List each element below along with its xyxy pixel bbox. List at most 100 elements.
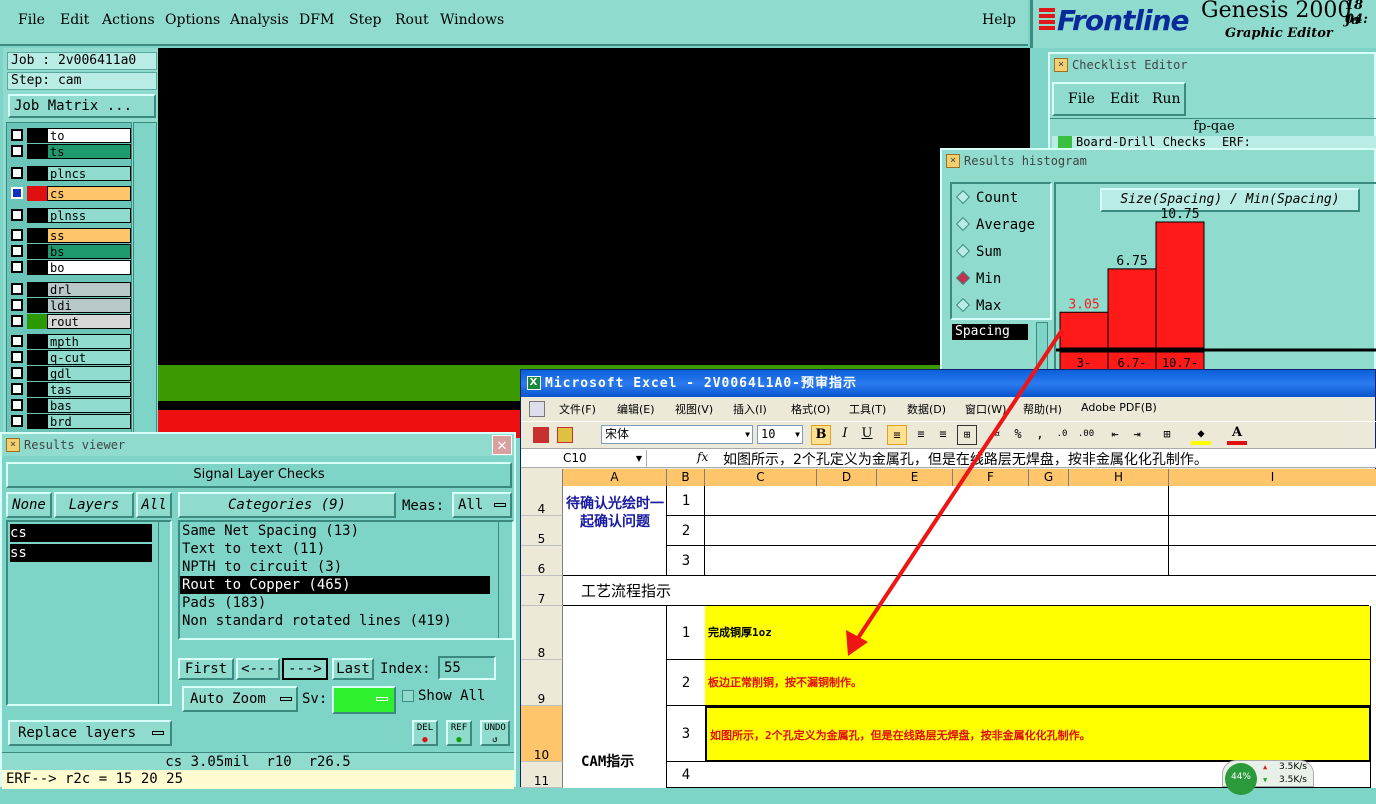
spacing-selection[interactable]: Spacing — [952, 324, 1028, 340]
histogram-option-count[interactable]: Count — [955, 189, 1018, 206]
formula-input[interactable]: 如图所示，2个孔定义为金属孔，但是在线路层无焊盘，按非金属化化孔制作。 — [723, 449, 1208, 469]
font-name-select[interactable]: 宋体 ▼ — [601, 425, 753, 444]
layer-checkbox[interactable] — [11, 335, 23, 347]
menu-dfm[interactable]: DFM — [299, 12, 334, 28]
previous-button[interactable]: <--- — [236, 658, 280, 680]
layer-row-rout[interactable]: rout — [11, 314, 131, 329]
row-header[interactable]: 5 — [521, 516, 563, 546]
layers-button[interactable]: Layers — [54, 492, 134, 518]
list-item[interactable]: ss — [10, 544, 152, 562]
layer-row-ts[interactable]: ts — [11, 144, 131, 159]
excel-menu-item[interactable]: 数据(D) — [907, 401, 946, 417]
cell-i[interactable] — [1169, 546, 1376, 576]
layer-list-scrollbar[interactable] — [158, 522, 170, 704]
row-header[interactable]: 4 — [521, 486, 563, 516]
undo-button[interactable]: UNDO ↺ — [480, 720, 510, 746]
all-button[interactable]: All — [136, 492, 172, 518]
cell-number[interactable]: 1 — [667, 486, 705, 516]
close-icon[interactable]: ✕ — [492, 435, 512, 455]
row-header[interactable]: 10 — [521, 706, 563, 762]
layer-row-ss[interactable]: ss — [11, 228, 131, 243]
merge-cells-icon[interactable]: ⊞ — [957, 425, 977, 445]
layer-row-tas[interactable]: tas — [11, 382, 131, 397]
column-header[interactable]: F — [953, 469, 1029, 486]
excel-menu-item[interactable]: 帮助(H) — [1023, 401, 1062, 417]
name-box[interactable]: C10 ▼ — [523, 450, 647, 467]
cell-number[interactable]: 4 — [667, 762, 705, 788]
menu-windows[interactable]: Windows — [440, 12, 504, 28]
menu-edit[interactable]: Edit — [60, 12, 89, 28]
list-item[interactable]: cs — [10, 524, 152, 542]
excel-menu-item[interactable]: 格式(O) — [791, 401, 830, 417]
layer-row-plnss[interactable]: plnss — [11, 208, 131, 223]
checklist-menu-file[interactable]: File — [1068, 91, 1095, 107]
font-color-icon[interactable]: A — [1227, 425, 1247, 445]
layer-checkbox[interactable] — [11, 299, 23, 311]
sv-dropdown[interactable] — [332, 686, 396, 714]
layer-checkbox[interactable] — [11, 415, 23, 427]
last-button[interactable]: Last — [332, 658, 374, 680]
column-header[interactable]: B — [667, 469, 705, 486]
menu-help[interactable]: Help — [982, 12, 1016, 28]
del-button[interactable]: DEL ● — [412, 720, 438, 746]
histogram-option-average[interactable]: Average — [955, 216, 1035, 233]
excel-menu-item[interactable]: 窗口(W) — [965, 401, 1006, 417]
pdf-icon[interactable] — [533, 427, 549, 443]
index-input[interactable]: 55 — [438, 656, 496, 680]
next-button[interactable]: ---> — [282, 658, 328, 680]
column-header[interactable]: H — [1069, 469, 1169, 486]
window-close-icon[interactable]: × — [946, 154, 960, 168]
checklist-menu-edit[interactable]: Edit — [1110, 91, 1139, 107]
meas-dropdown[interactable]: All — [452, 492, 512, 518]
replace-layers-dropdown[interactable]: Replace layers — [8, 720, 172, 746]
cell-c[interactable] — [705, 516, 1169, 546]
currency-icon[interactable]: ¤ — [987, 425, 1007, 445]
category-item[interactable]: Rout to Copper (465) — [180, 576, 490, 594]
layer-row-ldi[interactable]: ldi — [11, 298, 131, 313]
show-all-checkbox[interactable] — [402, 690, 414, 702]
layer-scrollbar[interactable] — [133, 122, 157, 438]
layer-checkbox[interactable] — [11, 209, 23, 221]
menu-options[interactable]: Options — [165, 12, 220, 28]
fx-icon[interactable]: fx — [697, 450, 708, 464]
layer-row-bo[interactable]: bo — [11, 260, 131, 275]
column-header[interactable]: G — [1029, 469, 1069, 486]
window-close-icon[interactable]: × — [1054, 58, 1068, 72]
cell-number[interactable]: 1 — [667, 606, 705, 660]
histogram-bar[interactable] — [1155, 221, 1205, 349]
layer-checkbox[interactable] — [11, 383, 23, 395]
menu-rout[interactable]: Rout — [395, 12, 429, 28]
increase-decimal-icon[interactable]: .0 — [1051, 425, 1073, 445]
row-header[interactable]: 7 — [521, 576, 563, 606]
align-center-icon[interactable]: ≡ — [911, 425, 931, 445]
histogram-option-sum[interactable]: Sum — [955, 243, 1001, 260]
layer-checkbox[interactable] — [11, 129, 23, 141]
layer-row-gdl[interactable]: gdl — [11, 366, 131, 381]
menu-actions[interactable]: Actions — [102, 12, 155, 28]
column-header[interactable]: I — [1169, 469, 1376, 486]
categories-scrollbar[interactable] — [498, 522, 512, 638]
pdf-convert-icon[interactable] — [557, 427, 573, 443]
cell-number[interactable]: 2 — [667, 516, 705, 546]
layer-row-brd[interactable]: brd — [11, 414, 131, 429]
ref-button[interactable]: REF ● — [446, 720, 472, 746]
layer-row-mpth[interactable]: mpth — [11, 334, 131, 349]
decrease-decimal-icon[interactable]: .00 — [1075, 425, 1097, 445]
excel-menu-item[interactable]: 视图(V) — [675, 401, 713, 417]
cell-number[interactable]: 3 — [667, 706, 705, 762]
cell-i[interactable] — [1169, 486, 1376, 516]
auto-zoom-dropdown[interactable]: Auto Zoom — [182, 686, 298, 712]
layer-checkbox[interactable] — [11, 283, 23, 295]
layer-row-bs[interactable]: bs — [11, 244, 131, 259]
font-size-select[interactable]: 10 ▼ — [757, 425, 803, 444]
histogram-bar[interactable] — [1059, 311, 1109, 349]
decrease-indent-icon[interactable]: ⇤ — [1105, 425, 1125, 445]
fill-color-icon[interactable]: ◆ — [1191, 425, 1211, 445]
checklist-menu-run[interactable]: Run — [1152, 91, 1181, 107]
align-right-icon[interactable]: ≡ — [933, 425, 953, 445]
cell-number[interactable]: 3 — [667, 546, 705, 576]
none-button[interactable]: None — [6, 492, 52, 518]
increase-indent-icon[interactable]: ⇥ — [1127, 425, 1147, 445]
excel-menu-item[interactable]: 编辑(E) — [617, 401, 655, 417]
first-button[interactable]: First — [178, 658, 234, 680]
